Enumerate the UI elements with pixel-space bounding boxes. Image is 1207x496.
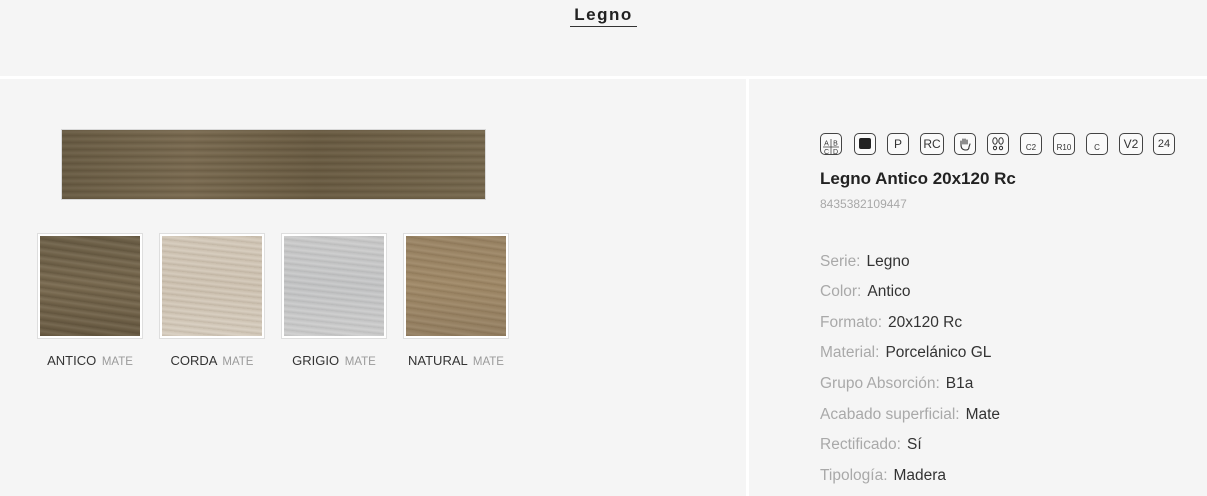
spec-acabado-superficial: Acabado superficial: Mate <box>820 406 1000 424</box>
variant-antico[interactable]: ANTICO MATE <box>37 233 143 368</box>
c-icon: C <box>1086 133 1108 155</box>
svg-text:C: C <box>824 149 829 156</box>
spec-grupo-absorcion: Grupo Absorción: B1a <box>820 375 973 393</box>
variant-swatch[interactable] <box>37 233 143 339</box>
spec-formato: Formato: 20x120 Rc <box>820 314 962 332</box>
variant-label[interactable]: ANTICO MATE <box>38 353 142 368</box>
svg-text:D: D <box>833 149 838 156</box>
collection-title: Legno <box>570 5 637 27</box>
spec-value: Madera <box>893 467 947 484</box>
spec-key: Material: <box>820 344 880 361</box>
variant-label[interactable]: NATURAL MATE <box>404 353 508 368</box>
svg-text:B: B <box>833 141 838 148</box>
footprints-icon <box>987 133 1009 155</box>
spec-serie: Serie: Legno <box>820 253 910 271</box>
variant-name: NATURAL <box>408 353 468 368</box>
spec-key: Tipología: <box>820 467 888 484</box>
horizontal-divider <box>0 76 1207 79</box>
variant-name: GRIGIO <box>292 353 340 368</box>
variant-finish: MATE <box>101 356 133 368</box>
c2-icon: C2 <box>1020 133 1042 155</box>
v2-icon: V2 <box>1119 133 1143 155</box>
spec-value: Antico <box>867 283 911 300</box>
spec-value: Porcelánico GL <box>885 344 992 361</box>
variant-label[interactable]: GRIGIO MATE <box>282 353 386 368</box>
black-square-icon <box>854 133 876 155</box>
page-header: Legno <box>0 0 1207 76</box>
product-name: Legno Antico 20x120 Rc <box>820 169 1016 188</box>
variant-finish: MATE <box>472 356 504 368</box>
variant-natural[interactable]: NATURAL MATE <box>403 233 509 368</box>
rc-icon: RC <box>920 133 944 155</box>
p-icon: P <box>887 133 909 155</box>
r10-icon: R10 <box>1053 133 1075 155</box>
variant-label[interactable]: CORDA MATE <box>160 353 264 368</box>
spec-key: Color: <box>820 283 862 300</box>
spec-key: Serie: <box>820 253 861 270</box>
hand-icon <box>954 133 976 155</box>
variant-finish: MATE <box>222 356 254 368</box>
main-product-image <box>61 129 486 200</box>
variant-swatch[interactable] <box>281 233 387 339</box>
variant-name: ANTICO <box>47 353 97 368</box>
variant-swatch[interactable] <box>403 233 509 339</box>
spec-key: Acabado superficial: <box>820 406 960 423</box>
spec-value: Mate <box>965 406 1001 423</box>
abcd-grade-icon: A B C D <box>820 133 842 156</box>
spec-key: Formato: <box>820 314 883 331</box>
spec-color: Color: Antico <box>820 283 910 301</box>
variant-swatch[interactable] <box>159 233 265 339</box>
svg-text:A: A <box>824 141 829 148</box>
spec-tipologia: Tipología: Madera <box>820 467 946 485</box>
pieces-24-icon: 24 <box>1153 133 1175 155</box>
vertical-divider <box>746 79 749 496</box>
spec-value: B1a <box>945 375 974 392</box>
spec-value: 20x120 Rc <box>888 314 963 331</box>
spec-rectificado: Rectificado: Sí <box>820 436 922 454</box>
spec-key: Rectificado: <box>820 436 901 453</box>
variant-name: CORDA <box>170 353 217 368</box>
spec-material: Material: Porcelánico GL <box>820 344 991 362</box>
product-ean: 8435382109447 <box>820 197 907 211</box>
spec-key: Grupo Absorción: <box>820 375 940 392</box>
spec-value: Legno <box>866 253 910 270</box>
variant-corda[interactable]: CORDA MATE <box>159 233 265 368</box>
spec-value: Sí <box>906 436 922 453</box>
variant-finish: MATE <box>344 356 376 368</box>
variant-grigio[interactable]: GRIGIO MATE <box>281 233 387 368</box>
